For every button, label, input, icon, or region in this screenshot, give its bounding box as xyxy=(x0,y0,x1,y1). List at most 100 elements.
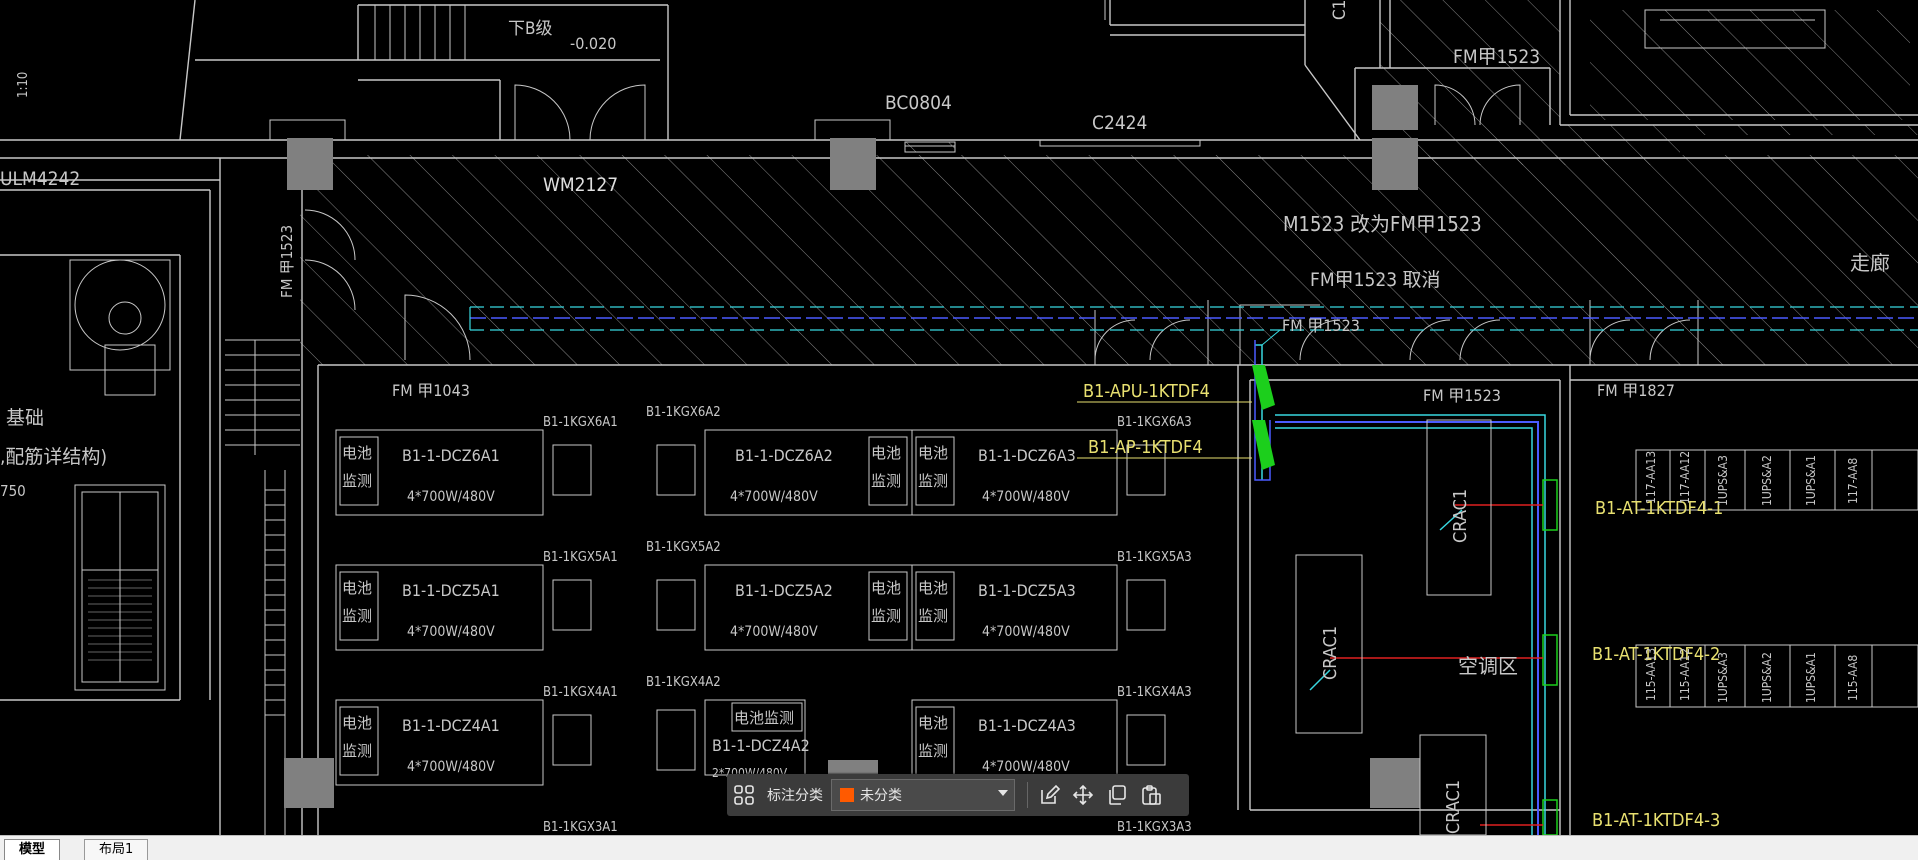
kgx-label: B1-1KGX5A3 xyxy=(1117,550,1192,565)
dcz-label: B1-1-DCZ6A3 xyxy=(978,446,1076,465)
dcz-label: B1-1-DCZ4A3 xyxy=(978,716,1076,735)
tab-model[interactable]: 模型 xyxy=(4,839,61,860)
spec-label: 4*700W/480V xyxy=(982,489,1070,505)
dcz-label: B1-1-DCZ4A2 xyxy=(712,736,810,755)
move-icon[interactable] xyxy=(1066,778,1100,812)
batt-label: 电池 xyxy=(918,714,949,732)
kgx-label: B1-1KGX6A3 xyxy=(1117,415,1192,430)
rack-label: 115-AA8 xyxy=(1846,654,1860,701)
monitor-label: 监测 xyxy=(342,742,373,760)
label-fm-cancel: FM甲1523 取消 xyxy=(1310,269,1441,291)
spec-label: 4*700W/480V xyxy=(407,624,495,640)
label-at3: B1-AT-1KTDF4-3 xyxy=(1592,810,1721,831)
label-base-3: 750 xyxy=(0,482,26,500)
rack-label: 1UPS&A1 xyxy=(1804,652,1818,703)
annotation-category-label: 标注分类 xyxy=(767,788,823,804)
spec-label: 4*700W/480V xyxy=(730,489,818,505)
dcz-label: B1-1-DCZ6A1 xyxy=(402,446,500,465)
rack-labels-bottom: 115-AA13 115-AA12 1UPS&A3 1UPS&A2 1UPS&A… xyxy=(1636,645,1918,707)
dcz-label: B1-1-DCZ5A3 xyxy=(978,581,1076,600)
label-fm-door: FM 甲1523 xyxy=(1282,316,1360,335)
monitor-label: 监测 xyxy=(342,607,373,625)
kgx-label: B1-1KGX6A1 xyxy=(543,415,618,430)
label-c2424: C2424 xyxy=(1092,112,1148,134)
category-color-swatch xyxy=(840,788,854,802)
kgx-label: B1-1KGX3A1 xyxy=(543,820,618,835)
rack-label: 117-AA13 xyxy=(1644,450,1658,504)
label-m1523: M1523 改为FM甲1523 xyxy=(1283,212,1482,236)
grid-apps-icon[interactable] xyxy=(727,778,761,812)
label-aircon-zone: 空调区 xyxy=(1458,654,1518,678)
kgx-label: B1-1KGX4A1 xyxy=(543,685,618,700)
spec-label: 4*700W/480V xyxy=(407,489,495,505)
monitor-label: 监测 xyxy=(918,607,949,625)
batt-label: 电池 xyxy=(342,714,373,732)
spec-label: 4*700W/480V xyxy=(982,759,1070,775)
label-c1512: C1512 xyxy=(1330,0,1350,20)
label-bc0804: BC0804 xyxy=(885,92,952,114)
batt-label: 电池 xyxy=(342,444,373,462)
rack-label: 117-AA8 xyxy=(1846,457,1860,504)
chevron-down-icon xyxy=(998,790,1008,796)
label-stair: 下B级 xyxy=(508,19,553,39)
rack-label: 1UPS&A3 xyxy=(1716,455,1730,506)
annotation-toolbar: 标注分类 未分类 xyxy=(727,774,1189,816)
label-elevation: -0.020 xyxy=(570,34,617,53)
rack-label: 115-AA13 xyxy=(1644,647,1658,701)
batt-label: 电池 xyxy=(342,579,373,597)
rack-label: 1UPS&A3 xyxy=(1716,652,1730,703)
label-apu: B1-APU-1KTDF4 xyxy=(1083,381,1210,402)
label-fm1827: FM 甲1827 xyxy=(1597,381,1675,400)
label-fm1043: FM 甲1043 xyxy=(392,381,470,400)
label-fm1523-top: FM甲1523 xyxy=(1453,46,1541,68)
dcz-label: B1-1-DCZ4A1 xyxy=(402,716,500,735)
rack-label: 117-AA12 xyxy=(1678,450,1692,504)
cad-drawing-canvas[interactable]: 下B级 -0.020 BC0804 C2424 FM甲1523 C1512 UL… xyxy=(0,0,1918,835)
rack-labels-top: 117-AA13 117-AA12 1UPS&A3 1UPS&A2 1UPS&A… xyxy=(1636,450,1918,510)
batt-label: 电池 xyxy=(918,579,949,597)
batt-monitor-label: 电池监测 xyxy=(734,709,795,727)
monitor-label: 监测 xyxy=(918,742,949,760)
spec-label: 4*700W/480V xyxy=(982,624,1070,640)
monitor-label: 监测 xyxy=(342,472,373,490)
dcz-label: B1-1-DCZ5A2 xyxy=(735,581,833,600)
rack-label: 115-AA12 xyxy=(1678,647,1692,701)
batt-label: 电池 xyxy=(871,579,902,597)
batt-label: 电池 xyxy=(918,444,949,462)
dcz-label: B1-1-DCZ5A1 xyxy=(402,581,500,600)
kgx-label: B1-1KGX4A2 xyxy=(646,675,721,690)
kgx-label: B1-1KGX5A1 xyxy=(543,550,618,565)
label-crac-2: CRAC1 xyxy=(1320,625,1341,680)
kgx-label: B1-1KGX6A2 xyxy=(646,405,721,420)
monitor-label: 监测 xyxy=(918,472,949,490)
rack-label: 1UPS&A2 xyxy=(1760,652,1774,703)
label-crac-1: CRAC1 xyxy=(1450,488,1471,543)
monitor-label: 监测 xyxy=(871,607,902,625)
spec-label: 4*700W/480V xyxy=(407,759,495,775)
annotation-category-select[interactable]: 未分类 xyxy=(831,779,1015,811)
kgx-label: B1-1KGX3A3 xyxy=(1117,820,1192,835)
label-ap: B1-AP-1KTDF4 xyxy=(1088,437,1203,458)
copy-icon[interactable] xyxy=(1100,778,1134,812)
category-selected-value: 未分类 xyxy=(860,788,902,804)
layout-tab-bar: 模型 布局1 xyxy=(0,835,1918,860)
label-corridor: 走廊 xyxy=(1850,251,1890,275)
kgx-label: B1-1KGX4A3 xyxy=(1117,685,1192,700)
tab-layout1[interactable]: 布局1 xyxy=(84,839,149,860)
label-base-1: 基础 xyxy=(6,407,45,429)
edit-icon[interactable] xyxy=(1032,778,1066,812)
label-crac-3: CRAC1 xyxy=(1443,779,1464,834)
paste-icon[interactable] xyxy=(1134,778,1168,812)
monitor-label: 监测 xyxy=(871,472,902,490)
dcz-label: B1-1-DCZ6A2 xyxy=(735,446,833,465)
label-fm1523-mid: FM 甲1523 xyxy=(1423,386,1501,405)
rack-label: 1UPS&A2 xyxy=(1760,455,1774,506)
batt-label: 电池 xyxy=(871,444,902,462)
label-scale: 1:10 xyxy=(16,71,31,98)
label-ulm4242: ULM4242 xyxy=(0,168,81,190)
label-wm2127: WM2127 xyxy=(543,174,619,196)
label-base-2: ,配筋详结构) xyxy=(0,446,108,468)
label-fm-left: FM 甲1523 xyxy=(278,224,296,298)
spec-label: 4*700W/480V xyxy=(730,624,818,640)
kgx-label: B1-1KGX5A2 xyxy=(646,540,721,555)
